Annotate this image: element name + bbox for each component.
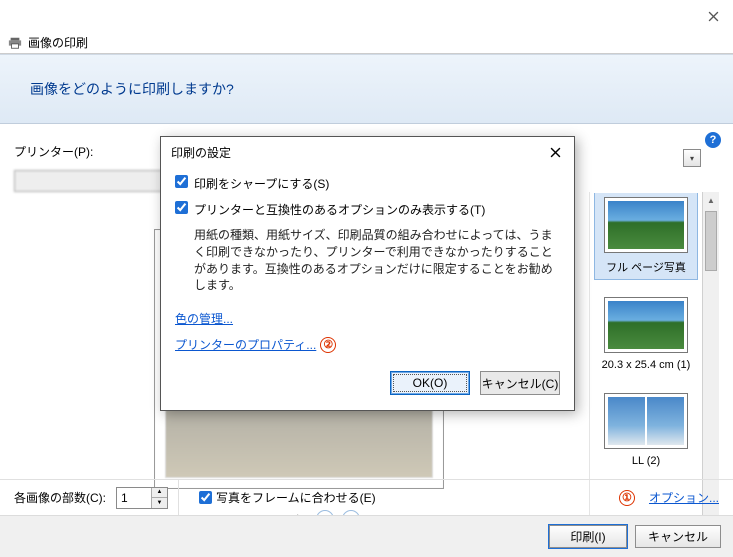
copies-down[interactable]: ▼ — [151, 498, 167, 508]
help-button[interactable]: ? — [705, 132, 721, 148]
papertype-dropdown-arrow[interactable]: ▾ — [683, 149, 701, 167]
layout-caption: 20.3 x 25.4 cm (1) — [602, 359, 691, 371]
modal-close-button[interactable] — [546, 143, 564, 161]
printer-selector[interactable] — [14, 170, 164, 192]
sharpen-label: 印刷をシャープにする(S) — [194, 175, 329, 193]
outer-close-button[interactable] — [703, 6, 723, 26]
copies-up[interactable]: ▲ — [151, 488, 167, 498]
fit-frame-checkbox[interactable] — [199, 491, 212, 504]
scroll-up-arrow[interactable]: ▲ — [703, 192, 719, 209]
layout-item-8x10[interactable]: 20.3 x 25.4 cm (1) — [595, 293, 697, 375]
modal-ok-button[interactable]: OK(O) — [390, 371, 470, 395]
sharpen-checkbox[interactable] — [175, 175, 188, 188]
compat-description: 用紙の種類、用紙サイズ、印刷品質の組み合わせによっては、うまく印刷できなかったり… — [194, 227, 556, 294]
outer-titlebar — [0, 0, 733, 32]
scroll-thumb[interactable] — [705, 211, 717, 271]
copies-label: 各画像の部数(C): — [14, 489, 106, 506]
printer-icon — [8, 36, 22, 50]
compat-label: プリンターと互換性のあるオプションのみ表示する(T) — [194, 201, 485, 219]
color-management-link[interactable]: 色の管理... — [175, 310, 233, 328]
printer-properties-link[interactable]: プリンターのプロパティ... — [175, 336, 316, 354]
printer-label: プリンター(P): — [14, 143, 93, 160]
window-title: 画像の印刷 — [28, 34, 88, 51]
compat-checkbox[interactable] — [175, 201, 188, 214]
outer-cancel-button[interactable]: キャンセル — [635, 525, 721, 548]
close-icon — [550, 147, 561, 158]
print-settings-dialog: 印刷の設定 印刷をシャープにする(S) プリンターと互換性のあるオプションのみ表… — [160, 136, 575, 411]
annotation-step-1: ① — [619, 490, 635, 506]
footer: 各画像の部数(C): ▲ ▼ 写真をフレームに合わせる(E) ① オプション..… — [0, 479, 733, 557]
window-header: 画像の印刷 — [0, 32, 733, 54]
copies-spinner[interactable]: ▲ ▼ — [116, 487, 168, 509]
close-icon — [708, 11, 719, 22]
modal-cancel-button[interactable]: キャンセル(C) — [480, 371, 560, 395]
layout-caption: LL (2) — [632, 455, 660, 467]
print-button[interactable]: 印刷(I) — [549, 525, 627, 548]
heading-band: 画像をどのように印刷しますか? — [0, 54, 733, 124]
heading-text: 画像をどのように印刷しますか? — [30, 79, 234, 99]
layout-item-ll2[interactable]: LL (2) — [595, 389, 697, 471]
layout-item-full-page[interactable]: フル ページ写真 — [595, 193, 697, 279]
fit-frame-label: 写真をフレームに合わせる(E) — [216, 489, 376, 506]
annotation-step-2: ② — [320, 337, 336, 353]
copies-input[interactable] — [117, 488, 151, 508]
options-link[interactable]: オプション... — [649, 489, 719, 506]
modal-title: 印刷の設定 — [171, 144, 546, 161]
modal-titlebar: 印刷の設定 — [161, 137, 574, 167]
layout-caption: フル ページ写真 — [606, 259, 686, 275]
